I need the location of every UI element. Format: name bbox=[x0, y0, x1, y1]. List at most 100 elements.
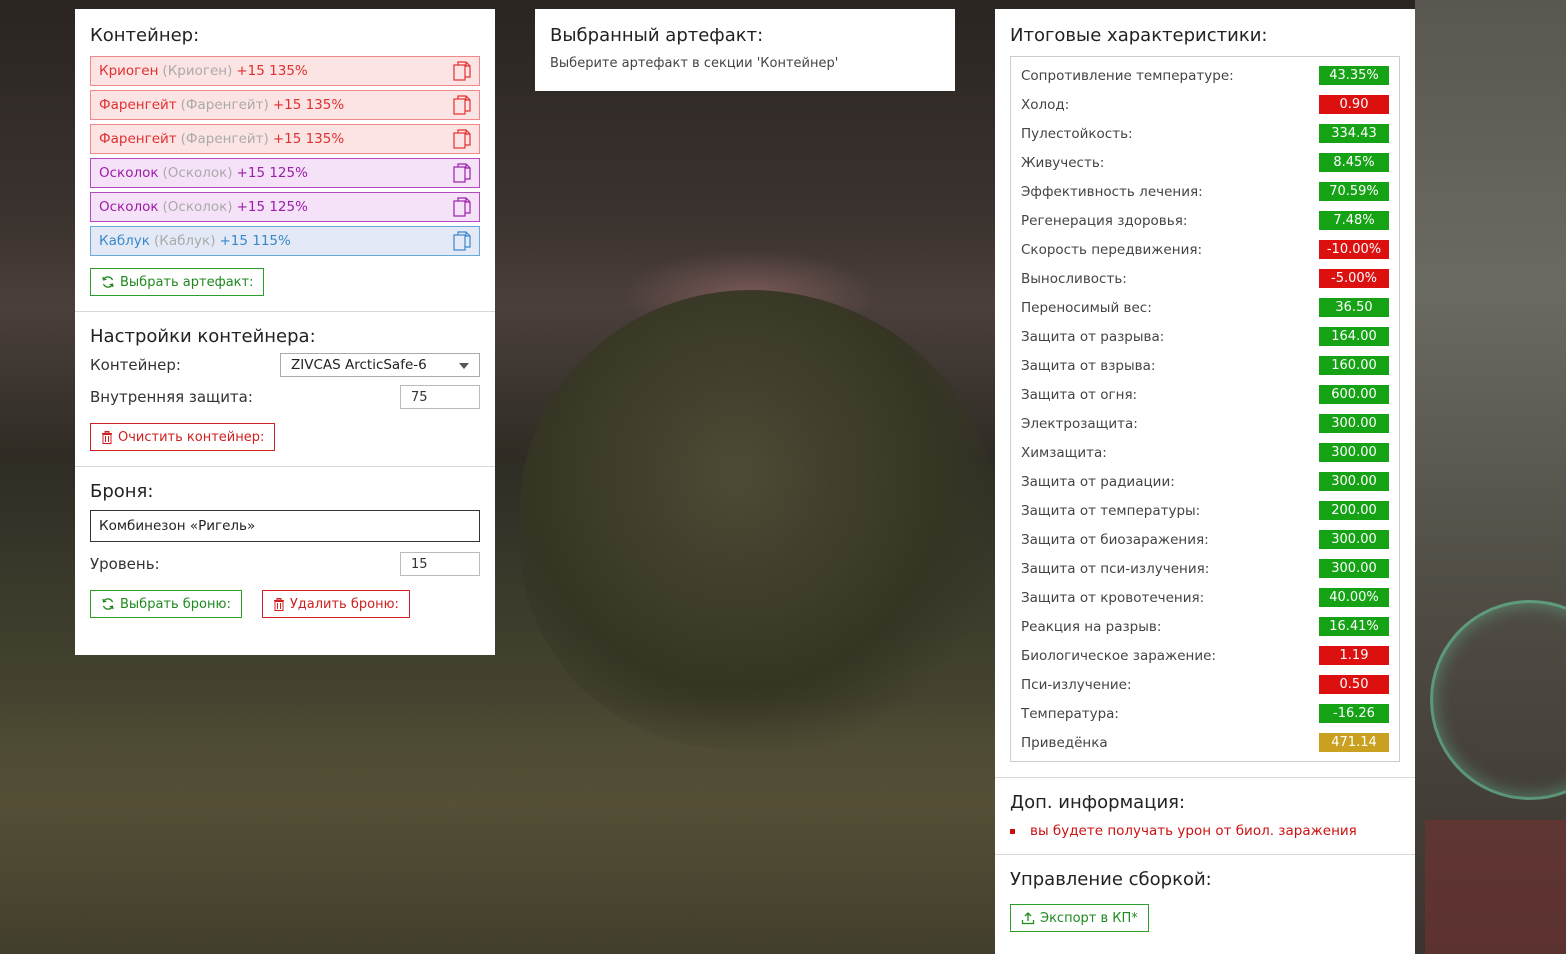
build-title: Управление сборкой: bbox=[1010, 869, 1212, 890]
stat-row: Защита от пси-излучения: 300.00 bbox=[1021, 554, 1389, 583]
artifact-bonus: +15 135% bbox=[272, 97, 345, 113]
artifact-name: Фаренгейт bbox=[99, 97, 177, 113]
artifact-alt-name: (Фаренгейт) bbox=[180, 131, 269, 147]
stat-label: Пси-излучение: bbox=[1021, 676, 1132, 693]
background-tree bbox=[520, 290, 1000, 750]
copy-icon[interactable] bbox=[453, 197, 471, 218]
clear-container-button[interactable]: Очистить контейнер: bbox=[90, 423, 276, 451]
stat-label: Приведёнка bbox=[1021, 734, 1108, 751]
stat-value: 300.00 bbox=[1319, 530, 1389, 549]
copy-icon[interactable] bbox=[453, 163, 471, 184]
artifact-alt-name: (Каблук) bbox=[153, 233, 216, 249]
container-settings-title: Настройки контейнера: bbox=[90, 326, 316, 347]
artifact-item[interactable]: Осколок (Осколок) +15 125% bbox=[90, 158, 480, 188]
stat-label: Эффективность лечения: bbox=[1021, 183, 1203, 200]
stat-row: Выносливость: -5.00% bbox=[1021, 264, 1389, 293]
stat-value: 70.59% bbox=[1319, 182, 1389, 201]
stat-row: Приведёнка 471.14 bbox=[1021, 728, 1389, 757]
select-artifact-button[interactable]: Выбрать артефакт: bbox=[90, 268, 265, 296]
stat-row: Электрозащита: 300.00 bbox=[1021, 409, 1389, 438]
stat-label: Химзащита: bbox=[1021, 444, 1107, 461]
delete-armor-button[interactable]: Удалить броню: bbox=[261, 590, 410, 618]
stat-row: Регенерация здоровья: 7.48% bbox=[1021, 206, 1389, 235]
stat-row: Защита от радиации: 300.00 bbox=[1021, 467, 1389, 496]
stat-row: Защита от взрыва: 160.00 bbox=[1021, 351, 1389, 380]
stat-value: 0.50 bbox=[1319, 675, 1389, 694]
artifact-bonus: +15 115% bbox=[219, 233, 291, 249]
artifact-item[interactable]: Фаренгейт (Фаренгейт) +15 135% bbox=[90, 124, 480, 154]
stat-label: Биологическое заражение: bbox=[1021, 647, 1216, 664]
stat-label: Регенерация здоровья: bbox=[1021, 212, 1188, 229]
stat-label: Защита от разрыва: bbox=[1021, 328, 1165, 345]
level-input[interactable]: 15 bbox=[400, 552, 480, 576]
background-red-block bbox=[1425, 820, 1566, 954]
stat-row: Защита от разрыва: 164.00 bbox=[1021, 322, 1389, 351]
select-armor-button[interactable]: Выбрать броню: bbox=[90, 590, 242, 618]
copy-icon[interactable] bbox=[453, 95, 471, 116]
upload-icon bbox=[1021, 912, 1035, 925]
container-title: Контейнер: bbox=[90, 25, 200, 46]
refresh-icon bbox=[102, 598, 114, 610]
stat-value: 600.00 bbox=[1319, 385, 1389, 404]
stat-label: Переносимый вес: bbox=[1021, 299, 1152, 316]
stat-row: Защита от температуры: 200.00 bbox=[1021, 496, 1389, 525]
artifact-alt-name: (Фаренгейт) bbox=[180, 97, 269, 113]
stat-value: 1.19 bbox=[1319, 646, 1389, 665]
artifact-item[interactable]: Криоген (Криоген) +15 135% bbox=[90, 56, 480, 86]
stat-value: 160.00 bbox=[1319, 356, 1389, 375]
stat-value: 334.43 bbox=[1319, 124, 1389, 143]
trash-icon bbox=[273, 597, 284, 611]
stat-value: -10.00% bbox=[1319, 240, 1389, 259]
container-row: Контейнер: ZIVCAS ArcticSafe-6 bbox=[90, 353, 480, 377]
selected-artifact-title: Выбранный артефакт: bbox=[550, 25, 764, 46]
stat-row: Защита от кровотечения: 40.00% bbox=[1021, 583, 1389, 612]
stat-row: Сопротивление температуре: 43.35% bbox=[1021, 61, 1389, 90]
info-item: вы будете получать урон от биол. заражен… bbox=[1010, 823, 1400, 839]
artifact-name: Фаренгейт bbox=[99, 131, 177, 147]
inner-protection-input[interactable]: 75 bbox=[400, 385, 480, 409]
stat-label: Температура: bbox=[1021, 705, 1119, 722]
copy-icon[interactable] bbox=[453, 231, 471, 252]
artifact-bonus: +15 135% bbox=[236, 63, 308, 79]
artifact-list: Криоген (Криоген) +15 135% Фаренгейт (Фаренг… bbox=[90, 56, 480, 256]
stat-row: Холод: 0.90 bbox=[1021, 90, 1389, 119]
artifact-item[interactable]: Осколок (Осколок) +15 125% bbox=[90, 192, 480, 222]
stat-label: Реакция на разрыв: bbox=[1021, 618, 1162, 635]
stat-row: Пси-излучение: 0.50 bbox=[1021, 670, 1389, 699]
artifact-bonus: +15 135% bbox=[272, 131, 345, 147]
stat-value: 0.90 bbox=[1319, 95, 1389, 114]
stat-label: Выносливость: bbox=[1021, 270, 1127, 287]
artifact-bonus: +15 125% bbox=[236, 199, 308, 215]
export-button[interactable]: Экспорт в КП* bbox=[1010, 904, 1149, 932]
armor-input[interactable]: Комбинезон «Ригель» bbox=[90, 510, 480, 542]
artifact-item[interactable]: Фаренгейт (Фаренгейт) +15 135% bbox=[90, 90, 480, 120]
stat-row: Живучесть: 8.45% bbox=[1021, 148, 1389, 177]
armor-section: Броня: Комбинезон «Ригель» Уровень: 15 В… bbox=[75, 467, 495, 633]
trash-icon bbox=[102, 430, 112, 444]
container-select[interactable]: ZIVCAS ArcticSafe-6 bbox=[280, 353, 480, 377]
stat-label: Живучесть: bbox=[1021, 154, 1105, 171]
copy-icon[interactable] bbox=[453, 61, 471, 82]
background-building bbox=[1415, 0, 1566, 954]
armor-title: Броня: bbox=[90, 481, 154, 502]
stat-row: Эффективность лечения: 70.59% bbox=[1021, 177, 1389, 206]
copy-icon[interactable] bbox=[453, 129, 471, 150]
stat-value: 300.00 bbox=[1319, 559, 1389, 578]
artifact-name: Каблук bbox=[99, 233, 150, 249]
stat-label: Защита от пси-излучения: bbox=[1021, 560, 1210, 577]
extra-info-title: Доп. информация: bbox=[1010, 792, 1186, 813]
artifact-item[interactable]: Каблук (Каблук) +15 115% bbox=[90, 226, 480, 256]
chevron-down-icon bbox=[459, 363, 469, 369]
stat-value: 300.00 bbox=[1319, 443, 1389, 462]
artifact-name: Осколок bbox=[99, 165, 159, 181]
info-list: вы будете получать урон от биол. заражен… bbox=[1010, 823, 1400, 839]
stat-value: 7.48% bbox=[1319, 211, 1389, 230]
container-select-value: ZIVCAS ArcticSafe-6 bbox=[291, 357, 427, 373]
stat-value: 471.14 bbox=[1319, 733, 1389, 752]
stat-label: Скорость передвижения: bbox=[1021, 241, 1203, 258]
stat-label: Сопротивление температуре: bbox=[1021, 67, 1234, 84]
stat-row: Скорость передвижения: -10.00% bbox=[1021, 235, 1389, 264]
container-label: Контейнер: bbox=[90, 356, 181, 374]
export-label: Экспорт в КП* bbox=[1040, 910, 1138, 926]
selected-artifact-section: Выбранный артефакт: Выберите артефакт в … bbox=[535, 9, 955, 86]
